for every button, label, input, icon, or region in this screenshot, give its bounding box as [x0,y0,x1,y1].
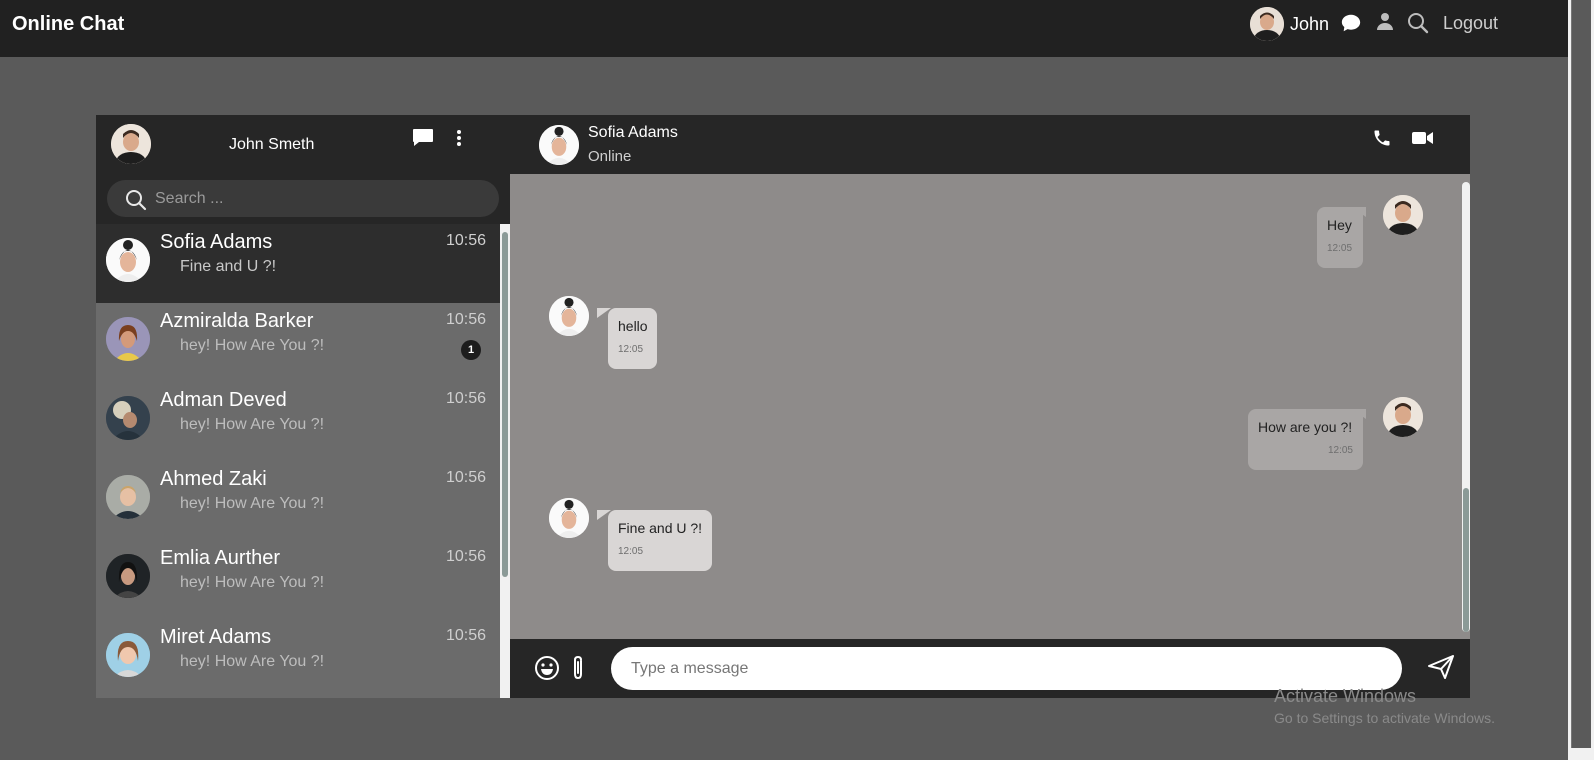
message-text: hello [618,318,648,334]
message-bubble-incoming[interactable]: Fine and U ?! 12:05 [608,510,712,571]
message-time: 12:05 [618,546,644,557]
contact-item-adman-deved[interactable]: Adman Deved 10:56 hey! How Are You ?! [96,382,500,461]
man-avatar-icon [1383,195,1423,235]
avatar [106,475,150,519]
man-avatar-icon [1383,397,1423,437]
woman-avatar-icon [549,498,589,538]
unread-badge: 1 [461,340,481,360]
chat-contact-name[interactable]: Sofia Adams [588,124,678,142]
send-icon[interactable] [1428,655,1454,684]
avatar[interactable] [111,124,151,164]
woman-avatar-icon [106,554,150,598]
sidebar-search [96,174,510,224]
contact-time: 10:56 [446,311,487,328]
contact-last-message: hey! How Are You ?! [180,653,325,670]
avatar[interactable] [1250,7,1284,41]
nav-user[interactable]: John [1250,7,1329,41]
emoji-icon[interactable] [534,655,560,686]
man-avatar-icon [1250,7,1284,41]
avatar [549,498,589,538]
search-input[interactable] [155,180,485,217]
page-scrollbar-thumb[interactable] [1571,0,1591,748]
message-bubble-outgoing[interactable]: How are you ?! 12:05 [1248,409,1363,470]
chat-panel: Sofia Adams Online Hey 12:05 hello 12:05… [510,115,1470,698]
windows-activation-watermark: Activate Windows Go to Settings to activ… [1274,686,1495,726]
contact-name: Emlia Aurther [160,547,281,569]
woman-avatar-icon [106,238,150,282]
message-time: 12:05 [1327,243,1353,254]
contact-name: Azmiralda Barker [160,310,314,332]
logout-link[interactable]: Logout [1443,13,1498,34]
contact-last-message: hey! How Are You ?! [180,495,325,512]
message-time: 12:05 [1327,445,1353,456]
contact-item-azmiralda-barker[interactable]: Azmiralda Barker 10:56 hey! How Are You … [96,303,500,382]
sidebar-header: John Smeth [96,115,510,174]
contact-last-message: hey! How Are You ?! [180,337,325,354]
contact-time: 10:56 [446,627,487,644]
message-text: Fine and U ?! [618,520,703,536]
message-text: Hey [1327,217,1352,233]
phone-call-icon[interactable] [1372,128,1392,153]
user-icon[interactable] [1376,12,1394,32]
message-text: How are you ?! [1258,419,1353,435]
video-call-icon[interactable] [1412,130,1434,151]
avatar [106,633,150,677]
contact-name: Adman Deved [160,389,287,411]
messages-icon[interactable] [1340,12,1362,34]
contact-time: 10:56 [446,232,487,249]
bubble-tail [1352,409,1366,419]
paperclip-icon[interactable] [571,655,585,686]
more-options-icon[interactable] [456,129,462,152]
message-input[interactable] [611,647,1402,690]
search-icon [125,189,147,216]
contact-item-emlia-aurther[interactable]: Emlia Aurther 10:56 hey! How Are You ?! [96,540,500,619]
contact-time: 10:56 [446,469,487,486]
watermark-title: Activate Windows [1274,686,1417,706]
woman-avatar-icon [549,296,589,336]
message-time: 12:05 [618,344,644,355]
woman-avatar-icon [106,317,150,361]
watermark-subtitle: Go to Settings to activate Windows. [1274,710,1495,726]
bubble-tail [1352,207,1366,217]
message-scrollbar-thumb[interactable] [1463,488,1469,632]
contact-name: Sofia Adams [160,231,273,253]
avatar [106,554,150,598]
chat-app: John Smeth Search ... Sofia Adams 10:56 … [96,115,1470,698]
contact-last-message: hey! How Are You ?! [180,574,325,591]
man-avatar-icon [106,475,150,519]
contact-item-sofia-adams[interactable]: Sofia Adams 10:56 Fine and U ?! [96,224,500,303]
contact-name: Ahmed Zaki [160,468,267,490]
nav-username[interactable]: John [1290,14,1329,35]
current-user-name: John Smeth [229,136,315,153]
new-chat-icon[interactable] [412,128,434,153]
message-bubble-incoming[interactable]: hello 12:05 [608,308,657,369]
man-avatar-icon [111,124,151,164]
sidebar: John Smeth Search ... Sofia Adams 10:56 … [96,115,510,698]
contact-name: Miret Adams [160,626,272,648]
contact-list-scrollbar-thumb[interactable] [502,232,508,577]
contact-item-miret-adams[interactable]: Miret Adams 10:56 hey! How Are You ?! [96,619,500,698]
contact-item-ahmed-zaki[interactable]: Ahmed Zaki 10:56 hey! How Are You ?! [96,461,500,540]
app-brand[interactable]: Online Chat [12,13,124,36]
avatar[interactable] [539,125,579,165]
avatar [106,396,150,440]
woman-avatar-icon [106,633,150,677]
avatar [549,296,589,336]
avatar [106,317,150,361]
chat-contact-status: Online [588,148,632,165]
man-avatar-icon [106,396,150,440]
contact-last-message: Fine and U ?! [180,258,277,275]
search-icon[interactable] [1407,12,1429,34]
contact-last-message: hey! How Are You ?! [180,416,325,433]
contact-time: 10:56 [446,548,487,565]
chat-header: Sofia Adams Online [510,115,1470,174]
contact-time: 10:56 [446,390,487,407]
avatar [106,238,150,282]
search-box[interactable] [107,180,499,217]
contact-list: Sofia Adams 10:56 Fine and U ?! Azmirald… [96,224,500,698]
woman-avatar-icon [539,125,579,165]
avatar [1383,195,1423,235]
avatar [1383,397,1423,437]
top-navbar: Online Chat John Logout [0,0,1568,57]
